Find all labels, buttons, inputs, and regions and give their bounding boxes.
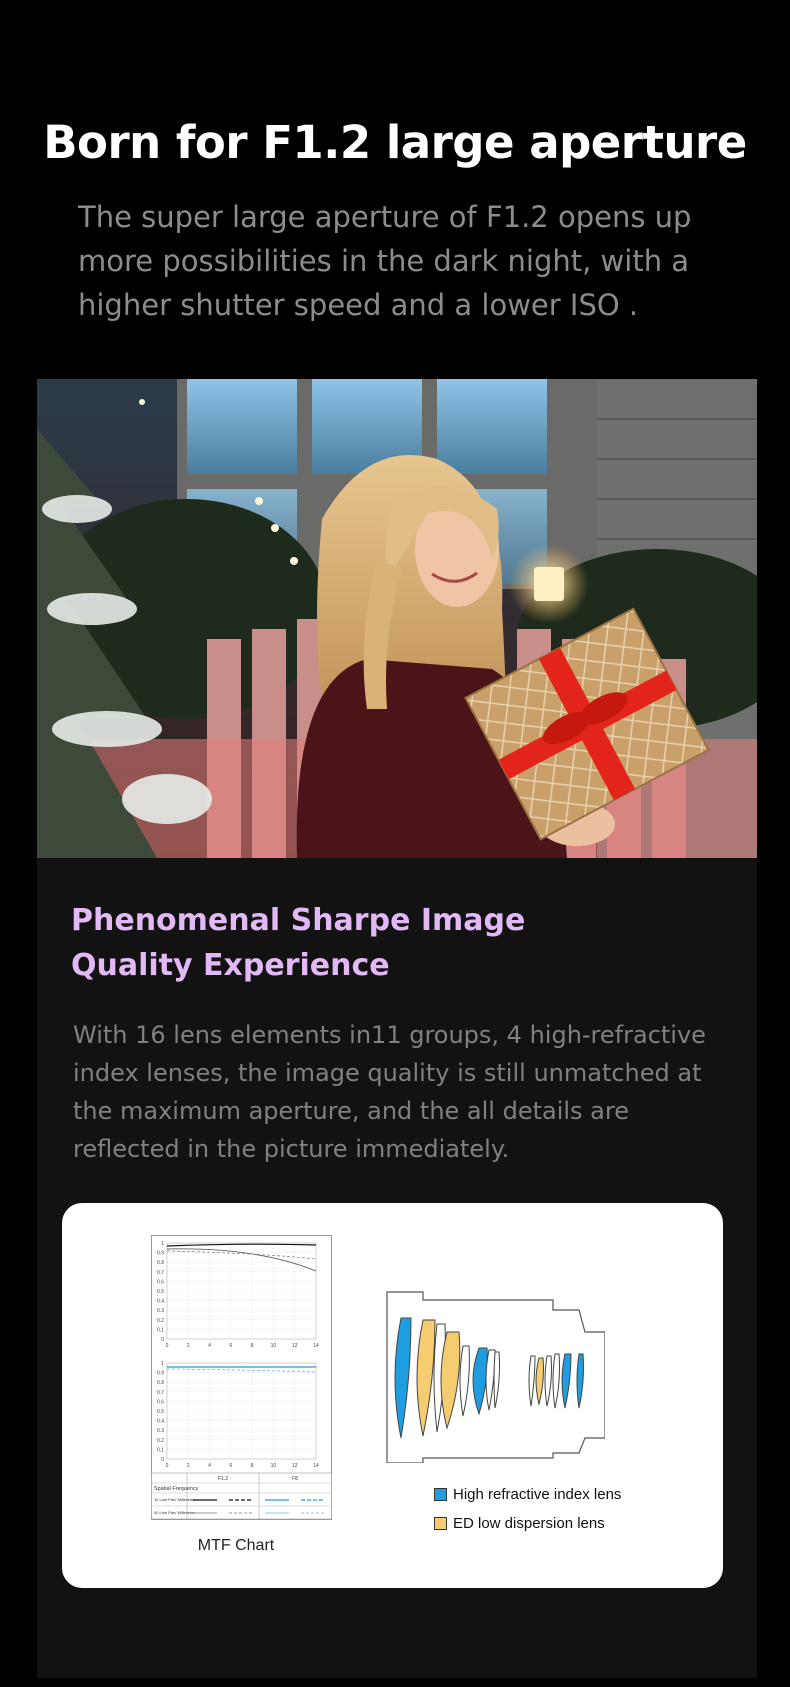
mtf-y-tick: 0.1 (157, 1447, 164, 1453)
mtf-y-tick: 0.6 (157, 1279, 164, 1285)
mtf-x-tick: 8 (251, 1463, 254, 1469)
mtf-y-tick: 1 (161, 1361, 164, 1367)
mtf-x-tick: 14 (313, 1343, 319, 1349)
mtf-x-tick: 2 (187, 1343, 190, 1349)
feature-desc-line: the maximum aperture, and the all detail… (73, 1097, 629, 1125)
mtf-table-row: 10 Line Pair/ Millimeter (154, 1497, 195, 1502)
mtf-table-header: F8 (292, 1476, 298, 1482)
mtf-x-tick: 4 (208, 1463, 211, 1469)
mtf-y-tick: 0.3 (157, 1308, 164, 1314)
mtf-y-tick: 0.8 (157, 1380, 164, 1386)
mtf-y-tick: 0.7 (157, 1390, 164, 1396)
mtf-chart: 1 0.9 0.8 0.7 0.6 0.5 0.4 0.3 0.2 0.1 0 0 2 4 6 8 10 12 14… (151, 1235, 332, 1520)
mtf-x-tick: 12 (292, 1343, 298, 1349)
hero-title: Born for F1.2 large aperture (43, 116, 747, 169)
feature-desc-line: reflected in the picture immediately. (73, 1135, 510, 1163)
mtf-chart-label: MTF Chart (197, 1537, 275, 1554)
lens-diagram (383, 1288, 606, 1464)
legend-swatch-icon (434, 1487, 447, 1501)
mtf-y-tick: 0.3 (157, 1428, 164, 1434)
mtf-y-tick: 0.2 (157, 1438, 164, 1444)
mtf-y-tick: 0.9 (157, 1251, 164, 1257)
mtf-y-tick: 0.4 (157, 1419, 164, 1425)
mtf-panel (166, 1362, 317, 1460)
mtf-x-tick: 14 (313, 1463, 319, 1469)
mtf-x-tick: 0 (166, 1463, 169, 1469)
mtf-x-tick: 2 (187, 1463, 190, 1469)
mtf-y-tick: 0.4 (157, 1299, 164, 1305)
mtf-x-tick: 6 (229, 1463, 232, 1469)
mtf-table-row-label: Spatial Frequency (154, 1486, 199, 1492)
mtf-y-tick: 0.2 (157, 1318, 164, 1324)
mtf-x-tick: 12 (292, 1463, 298, 1469)
mtf-y-tick: 0 (161, 1457, 164, 1463)
legend-swatch-icon (434, 1516, 447, 1530)
mtf-x-tick: 4 (208, 1343, 211, 1349)
mtf-table-row: 30 Line Pair/ Millimeter (154, 1510, 195, 1515)
feature-title-line: Phenomenal Sharpe Image (71, 903, 526, 938)
feature-title-line: Quality Experience (71, 948, 390, 983)
mtf-y-tick: 0.8 (157, 1260, 164, 1266)
hero-subtitle-line: more possibilities in the dark night, wi… (78, 244, 690, 278)
mtf-y-tick: 0.1 (157, 1327, 164, 1333)
mtf-y-tick: 0.5 (157, 1409, 164, 1415)
legend-high-refractive: High refractive index lens (434, 1484, 621, 1504)
mtf-y-tick: 0.9 (157, 1371, 164, 1377)
mtf-x-tick: 10 (271, 1463, 277, 1469)
mtf-table-header: F1.2 (218, 1476, 228, 1482)
mtf-y-tick: 0 (161, 1337, 164, 1343)
mtf-x-tick: 10 (271, 1343, 277, 1349)
legend-ed-low-dispersion: ED low dispersion lens (434, 1513, 605, 1533)
feature-title: Phenomenal Sharpe Image Quality Experien… (71, 898, 571, 988)
mtf-x-tick: 0 (166, 1343, 169, 1349)
mtf-x-tick: 6 (229, 1343, 232, 1349)
portrait-photo (37, 379, 757, 858)
legend-label: High refractive index lens (453, 1485, 622, 1503)
mtf-y-tick: 0.5 (157, 1289, 164, 1295)
mtf-y-tick: 0.7 (157, 1270, 164, 1276)
hero-subtitle: The super large aperture of F1.2 opens u… (78, 195, 728, 327)
legend-label: ED low dispersion lens (453, 1514, 605, 1532)
feature-desc-line: With 16 lens elements in11 groups, 4 hig… (73, 1021, 706, 1049)
mtf-y-tick: 1 (161, 1241, 164, 1247)
hero-subtitle-line: higher shutter speed and a lower ISO . (78, 288, 639, 322)
feature-desc-line: index lenses, the image quality is still… (73, 1059, 702, 1087)
mtf-panel (166, 1242, 317, 1340)
hero-subtitle-line: The super large aperture of F1.2 opens u… (78, 200, 692, 234)
feature-description: With 16 lens elements in11 groups, 4 hig… (73, 1016, 733, 1168)
mtf-x-tick: 8 (251, 1343, 254, 1349)
mtf-y-tick: 0.6 (157, 1399, 164, 1405)
